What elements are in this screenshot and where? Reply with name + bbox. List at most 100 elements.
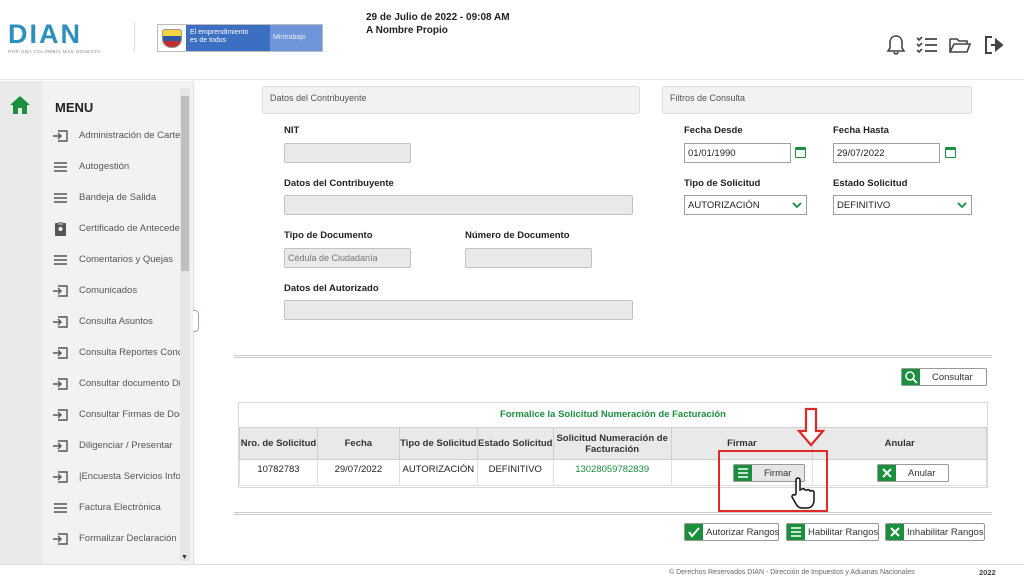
cell-estado: DEFINITIVO (476, 459, 554, 486)
table-row: 10782783 29/07/2022 AUTORIZACIÓN DEFINIT… (239, 459, 987, 486)
sidebar-item[interactable]: Factura Electrónica (50, 498, 180, 518)
tipo-solicitud-select[interactable]: AUTORIZACIÓN (684, 195, 807, 215)
anular-button[interactable]: Anular (877, 464, 949, 482)
sidebar: MENU Administración de Cartera Autogestió… (0, 81, 194, 564)
arrow-in-box-icon (52, 314, 69, 330)
sidebar-item[interactable]: Consultar documento Diligenciado (50, 374, 181, 394)
sidebar-item[interactable]: Comentarios y Quejas (50, 250, 180, 270)
sidebar-item-label: Autogestión (79, 161, 130, 172)
sidebar-item-label: Consultar Firmas de Documentos (79, 409, 181, 420)
government-banner: El emprendimiento es de todos Mintrabajo (157, 24, 323, 52)
home-icon[interactable] (9, 94, 31, 116)
tipo-solicitud-value: AUTORIZACIÓN (688, 200, 760, 211)
inhabilitar-rangos-button[interactable]: Inhabilitar Rangos (885, 523, 985, 541)
scrollbar-thumb[interactable] (181, 96, 189, 271)
habilitar-rangos-label: Habilitar Rangos (808, 527, 879, 538)
hamburger-icon (52, 190, 69, 206)
consultar-label: Consultar (932, 372, 973, 383)
sidebar-item[interactable]: Administración de Cartera (50, 126, 181, 146)
logo-tagline: POR UNA COLOMBIA MÁS HONESTA (8, 49, 101, 54)
hamburger-icon (52, 500, 69, 516)
autorizar-rangos-button[interactable]: Autorizar Rangos (684, 523, 779, 541)
cell-fecha: 29/07/2022 (316, 459, 400, 486)
sidebar-item-label: Consulta Reportes Conciliación (79, 347, 181, 358)
estado-solicitud-value: DEFINITIVO (837, 200, 891, 211)
sidebar-item[interactable]: |Encuesta Servicios Informáticos (50, 467, 181, 487)
close-icon (886, 524, 904, 540)
arrow-down-icon (797, 407, 825, 447)
sidebar-item[interactable]: Diligenciar / Presentar (50, 436, 180, 456)
sidebar-item[interactable]: Certificado de Antecedentes (50, 219, 181, 239)
check-icon (685, 524, 703, 540)
sidebar-item-label: Comunicados (79, 285, 138, 296)
datos-contribuyente-label: Datos del Contribuyente (284, 178, 394, 189)
sidebar-item-label: |Encuesta Servicios Informáticos (79, 471, 181, 482)
chevron-down-icon (792, 202, 802, 209)
autorizar-rangos-label: Autorizar Rangos (706, 527, 780, 538)
sidebar-item[interactable]: Formalizar Declaración Inicial (50, 529, 181, 549)
datos-autorizado-field (284, 300, 633, 320)
numero-documento-label: Número de Documento (465, 230, 570, 241)
inhabilitar-rangos-label: Inhabilitar Rangos (907, 527, 984, 538)
pointer-hand-icon (791, 477, 815, 509)
col-header-anular: Anular (812, 427, 987, 460)
cell-solicitud-link[interactable]: 13028059782839 (552, 459, 672, 486)
sidebar-item-label: Diligenciar / Presentar (79, 440, 173, 451)
arrow-in-box-icon (52, 438, 69, 454)
menu-title: MENU (55, 100, 94, 115)
logo-text: DIAN (8, 19, 82, 49)
filtros-panel-title: Filtros de Consulta (670, 93, 746, 103)
habilitar-rangos-button[interactable]: Habilitar Rangos (786, 523, 879, 541)
sidebar-item[interactable]: Consulta Reportes Conciliación (50, 343, 181, 363)
session-info: 29 de Julio de 2022 - 09:08 AM A Nombre … (366, 11, 510, 37)
tipo-documento-field: Cédula de Ciudadanía (284, 248, 411, 268)
col-header-tipo: Tipo de Solicitud (398, 427, 478, 460)
sidebar-item[interactable]: Consulta Asuntos (50, 312, 180, 332)
scroll-down-arrow-icon[interactable]: ▼ (181, 554, 188, 561)
col-header-solicitud: Solicitud Numeración de Facturación (552, 427, 672, 460)
bell-icon[interactable] (884, 34, 908, 56)
arrow-in-box-icon (52, 345, 69, 361)
arrow-in-box-icon (52, 531, 69, 547)
cell-tipo: AUTORIZACIÓN (398, 459, 478, 486)
table-title: Formalice la Solicitud Numeración de Fac… (500, 409, 726, 420)
tipo-solicitud-label: Tipo de Solicitud (684, 178, 761, 189)
fecha-desde-calendar-icon[interactable] (795, 147, 806, 158)
colombia-shield-icon (162, 29, 182, 48)
consultar-button[interactable]: Consultar (901, 368, 987, 386)
top-header: DIAN POR UNA COLOMBIA MÁS HONESTA El emp… (0, 0, 1024, 80)
footer-year: 2022 (979, 568, 996, 577)
estado-solicitud-select[interactable]: DEFINITIVO (833, 195, 972, 215)
fecha-desde-input[interactable]: 01/01/1990 (684, 143, 791, 163)
header-divider (134, 22, 135, 52)
numero-documento-field (465, 248, 592, 268)
sidebar-icon-strip (0, 81, 42, 564)
sidebar-item[interactable]: Bandeja de Salida (50, 188, 180, 208)
datetime-text: 29 de Julio de 2022 - 09:08 AM (366, 12, 510, 23)
arrow-in-box-icon (52, 283, 69, 299)
tasks-icon[interactable] (915, 34, 939, 56)
arrow-in-box-icon (52, 469, 69, 485)
nit-field (284, 143, 411, 163)
sidebar-collapse-handle[interactable] (193, 310, 199, 332)
search-icon (902, 369, 920, 385)
datos-autorizado-label: Datos del Autorizado (284, 283, 379, 294)
tipo-documento-label: Tipo de Documento (284, 230, 373, 241)
section-divider (234, 512, 992, 515)
fecha-hasta-input[interactable]: 29/07/2022 (833, 143, 940, 163)
col-header-fecha: Fecha (316, 427, 400, 460)
logout-icon[interactable] (983, 34, 1007, 56)
arrow-in-box-icon (52, 128, 69, 144)
sidebar-item-label: Bandeja de Salida (79, 192, 157, 203)
anular-label: Anular (908, 468, 936, 479)
dian-logo[interactable]: DIAN POR UNA COLOMBIA MÁS HONESTA (8, 20, 101, 54)
fecha-hasta-calendar-icon[interactable] (945, 147, 956, 158)
sidebar-item[interactable]: Autogestión (50, 157, 180, 177)
checklist-icon (787, 524, 805, 540)
sidebar-item[interactable]: Comunicados (50, 281, 180, 301)
section-divider (234, 355, 992, 358)
folder-open-icon[interactable] (948, 34, 972, 56)
cell-nro: 10782783 (239, 459, 318, 486)
sidebar-item[interactable]: Consultar Firmas de Documentos (50, 405, 181, 425)
sidebar-scrollbar[interactable]: ▼ (180, 88, 190, 561)
